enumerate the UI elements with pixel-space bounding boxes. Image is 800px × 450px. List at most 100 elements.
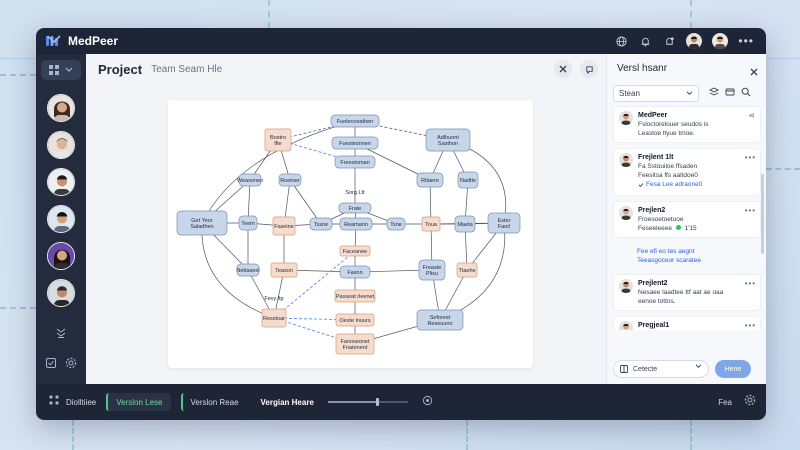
diagram-node[interactable]: Ttaehe	[456, 262, 478, 278]
diagram-node[interactable]: FanoseonetFnatenent	[335, 333, 375, 355]
version-author: Frejlent 1lt	[638, 154, 674, 161]
member-avatar[interactable]	[47, 242, 75, 270]
timeline-label: Diolltiiee	[66, 397, 97, 407]
version-entry[interactable]: Prejlen2 Froesoetoetuoe Feseeleeee 1'15 •••	[613, 200, 761, 238]
settings-icon[interactable]	[744, 393, 756, 411]
close-button[interactable]	[554, 60, 572, 78]
member-avatar[interactable]	[47, 205, 75, 233]
share-icon[interactable]: ⋖	[748, 111, 756, 120]
diagram-node[interactable]: Faseine	[272, 216, 296, 236]
version-entry[interactable]: Frejlent 1lt Fa Sstouiloe ffsaden Feesitsa…	[613, 148, 761, 196]
diagram-node[interactable]: Maeta	[454, 215, 476, 233]
version-entry[interactable]: MedPeer Fsloctorelouer seudos is Leastoe l…	[613, 106, 761, 143]
diagram-node[interactable]: Tssne	[309, 217, 333, 231]
diagram-node[interactable]: SeforestReseuunn	[416, 309, 464, 331]
member-avatar[interactable]	[47, 168, 75, 196]
diagram-node[interactable]: Tsne	[386, 217, 406, 231]
diagram-node[interactable]: AdlhunntSasthon	[425, 128, 471, 152]
bell-icon[interactable]	[638, 34, 652, 48]
more-icon[interactable]: •••	[738, 34, 754, 48]
diagram-node[interactable]: Teason	[270, 262, 298, 278]
member-avatar[interactable]	[47, 279, 75, 307]
avatar	[619, 111, 633, 125]
close-icon[interactable]	[750, 63, 758, 81]
diagram-node[interactable]: Freestoman	[334, 155, 376, 169]
slider-handle[interactable]	[376, 398, 379, 406]
diagram-node[interactable]: Faceanee	[339, 245, 371, 257]
page-title: Project	[98, 61, 143, 77]
member-avatar[interactable]	[47, 131, 75, 159]
version-filter-select[interactable]: Stean	[613, 84, 699, 102]
more-icon[interactable]: •••	[745, 321, 756, 330]
more-icon[interactable]: •••	[745, 153, 756, 162]
member-avatar[interactable]	[47, 94, 75, 122]
diagram-node[interactable]: EsterFaorl	[487, 212, 521, 234]
version-author: Pregjeal1	[638, 321, 670, 329]
slider-fill	[327, 401, 378, 403]
diagram-node-label: Tssne	[314, 222, 328, 228]
diagram-node[interactable]: Nadtle	[457, 171, 479, 189]
version-slider[interactable]	[327, 397, 408, 407]
primary-button[interactable]: Hene	[715, 360, 751, 378]
diagram-node-label: Nettaseel	[236, 268, 259, 274]
layers-icon[interactable]	[55, 326, 67, 344]
diagram-node[interactable]: Reamann	[339, 217, 373, 231]
diagram-node[interactable]: Bostrolfte	[264, 128, 292, 152]
version-entry[interactable]: Prejlent2 Nesaee laadtee ttf aat ae oaa ee…	[613, 273, 761, 311]
diagram-node[interactable]: Teem	[238, 215, 258, 231]
diagram-node[interactable]: FreastePlisu	[418, 259, 446, 281]
scrollbar[interactable]	[761, 174, 764, 254]
version-entry[interactable]: Fee efl eo tes aegnt Teeasgoceor scaratee	[613, 243, 761, 269]
diagram-node[interactable]: Rtlaere	[416, 172, 444, 188]
more-icon[interactable]: •••	[745, 206, 756, 215]
diagram-node[interactable]: Weasonen	[237, 173, 263, 187]
globe-icon[interactable]	[614, 34, 628, 48]
diagram-node[interactable]: Fuestesnnen	[331, 136, 379, 150]
version-description: eenoe tottos.	[638, 297, 676, 305]
compare-select[interactable]: Cetecte	[613, 360, 709, 378]
filter-value: Stean	[619, 88, 640, 98]
tab-version-2[interactable]: Verslon Reae	[180, 393, 247, 411]
user-avatar[interactable]	[712, 33, 729, 49]
avatar	[619, 320, 633, 330]
diagram-node[interactable]: Faxnn	[339, 265, 371, 279]
version-entry[interactable]: Pregjeal1Foee ale cteabe FeecloE o•••	[613, 315, 761, 330]
diagram-node[interactable]: Passeat rleenet	[334, 289, 376, 303]
settings-icon[interactable]	[65, 356, 77, 374]
version-heading: Vergian Heare	[260, 397, 314, 407]
diagram-node-label: Nadtle	[460, 178, 476, 184]
diagram-node-label: Rtlaere	[421, 178, 439, 184]
diagram-node[interactable]: Funlecoeathen	[330, 114, 380, 128]
diagram-node-label: Teason	[275, 268, 293, 274]
user-avatar[interactable]	[686, 33, 703, 49]
diagram-node[interactable]: Roetoer	[278, 173, 302, 187]
diagram-node[interactable]: Resstoar	[261, 308, 287, 328]
diagram-node[interactable]: Get YeorSaladhen	[176, 210, 228, 236]
archive-icon[interactable]	[725, 84, 735, 102]
notification-icon[interactable]	[662, 34, 676, 48]
tab-version-1[interactable]: Verslon Lese	[106, 393, 171, 411]
comment-button[interactable]	[580, 60, 598, 78]
close-icon	[559, 65, 567, 73]
stack-icon[interactable]	[708, 84, 720, 102]
more-icon[interactable]: •••	[745, 279, 756, 288]
version-text: Prejlent2 Nesaee laadtee ttf aat ae oaa ee…	[638, 279, 755, 306]
graph-icon[interactable]	[48, 393, 60, 411]
menu-button[interactable]	[41, 60, 81, 80]
checklist-icon[interactable]	[45, 356, 57, 374]
diagram-node[interactable]: Toua	[421, 216, 441, 232]
online-dot	[675, 224, 681, 230]
search-icon[interactable]	[741, 84, 751, 102]
version-description: Froesoetoetuoe	[638, 215, 684, 223]
main-canvas: Project Team Seam Hle Funlecoeathen Adlh…	[86, 54, 606, 384]
flow-diagram[interactable]: Funlecoeathen Adlhunnt Sasthon Bostro lfte Fu…	[168, 100, 533, 368]
app-logo[interactable]: MedPeer	[46, 34, 118, 48]
diagram-node-label: Tsne	[390, 222, 402, 228]
compare-icon	[620, 365, 628, 373]
diagram-node[interactable]: Nettaseel	[236, 263, 260, 277]
version-description: Teeasgoceor scaratee	[637, 256, 701, 264]
diagram-node[interactable]: Frate	[338, 202, 372, 214]
diagram-node[interactable]: Oeste lnuurs	[335, 313, 375, 327]
reset-icon[interactable]	[422, 393, 433, 411]
version-description: Fee efl eo tes aegnt	[637, 247, 695, 255]
